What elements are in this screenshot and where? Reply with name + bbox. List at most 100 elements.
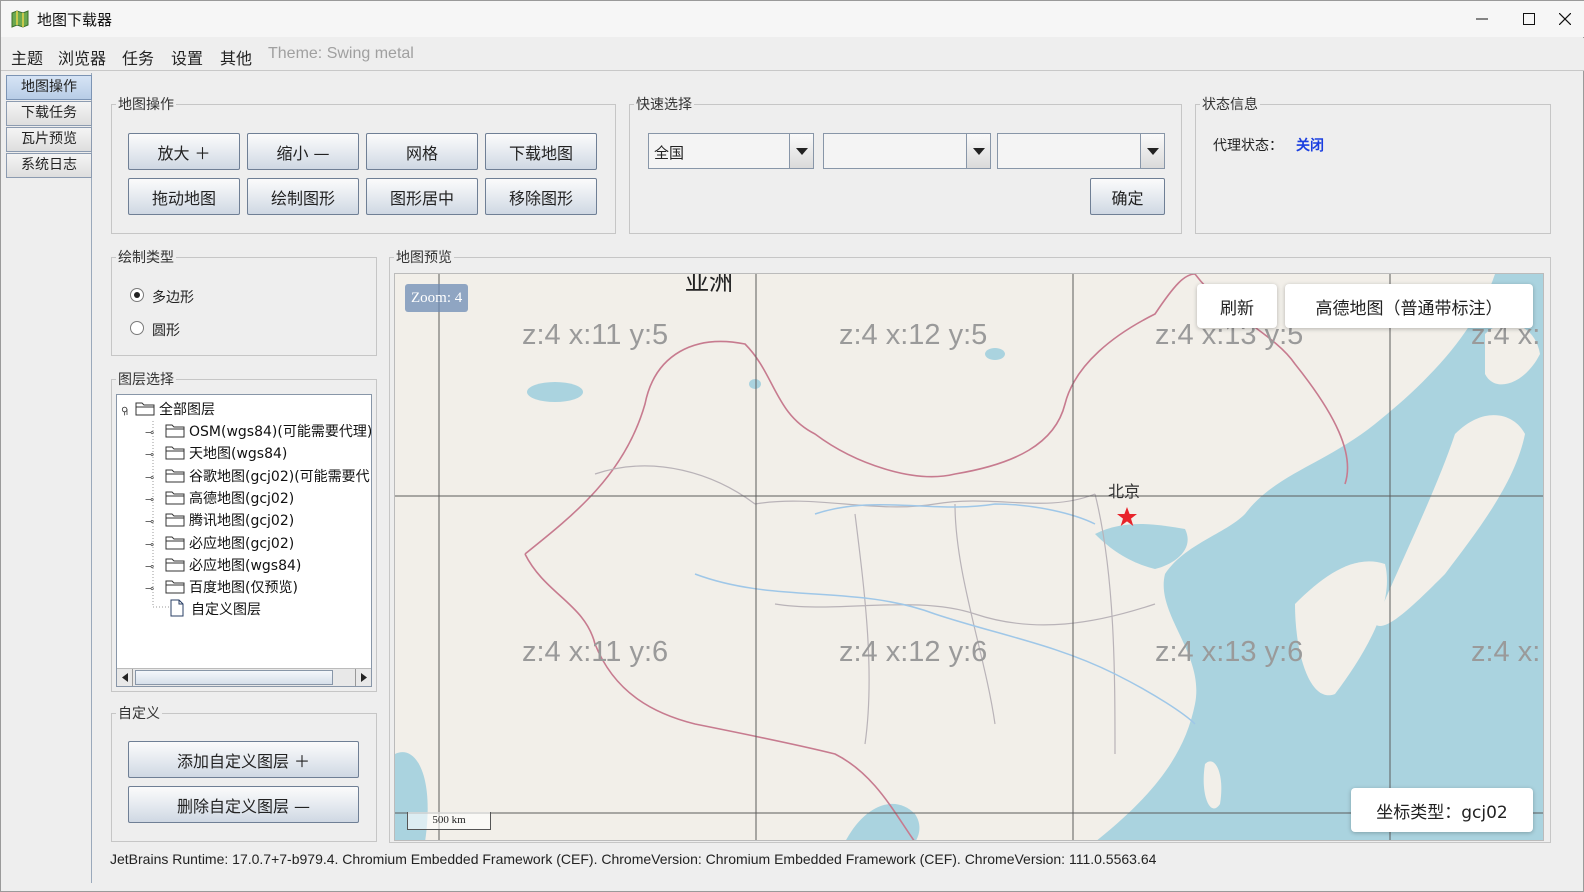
- main-content: 地图操作 放大 ＋ 缩小 — 网格 下载地图 拖动地图 绘制图形 图形居中 移除…: [93, 73, 1583, 891]
- tile-label: z:4 x:12 y:5: [839, 319, 988, 351]
- city-select[interactable]: [823, 133, 991, 169]
- layer-tree-item[interactable]: ⊸ 高德地图(gcj02): [145, 488, 294, 508]
- tree-leaf-custom[interactable]: 自定义图层: [169, 599, 261, 619]
- layer-label: OSM(wgs84)(可能需要代理): [189, 424, 372, 440]
- remove-custom-layer-button[interactable]: 删除自定义图层 —: [128, 786, 359, 823]
- tile-label: z:4 x:13 y:6: [1155, 636, 1304, 668]
- expand-handle-icon[interactable]: ⊸: [145, 538, 165, 551]
- tab-map-ops[interactable]: 地图操作: [6, 75, 92, 100]
- expand-handle-icon[interactable]: ⊸: [145, 560, 165, 573]
- tile-label: z:4 x:: [1471, 636, 1541, 668]
- draw-shape-button[interactable]: 绘制图形: [247, 178, 359, 215]
- region-label: 亚洲: [685, 273, 733, 296]
- chevron-down-icon[interactable]: [1140, 134, 1164, 168]
- tab-download-tasks[interactable]: 下载任务: [6, 101, 92, 126]
- polygon-radio[interactable]: [130, 288, 144, 302]
- app-window: 地图下载器 主题 浏览器 任务 设置 其他 Theme: Swing metal…: [0, 0, 1584, 892]
- folder-icon: [165, 424, 185, 438]
- zoom-in-button[interactable]: 放大 ＋: [128, 133, 240, 170]
- expand-handle-icon[interactable]: ⚲: [121, 406, 135, 417]
- window-title: 地图下载器: [37, 11, 113, 29]
- layer-tree-item[interactable]: ⊸ 天地图(wgs84): [145, 443, 287, 463]
- close-icon: [1559, 13, 1571, 25]
- minimize-icon: [1476, 18, 1488, 20]
- coord-type-badge: 坐标类型：gcj02: [1351, 788, 1533, 832]
- layer-label: 腾讯地图(gcj02): [189, 513, 295, 530]
- layer-tree-item[interactable]: ⊸ 腾讯地图(gcj02): [145, 510, 294, 530]
- district-select[interactable]: [997, 133, 1165, 169]
- layer-label: 天地图(wgs84): [189, 446, 288, 463]
- folder-icon: [165, 536, 185, 549]
- custom-panel: 自定义 添加自定义图层 ＋ 删除自定义图层 —: [111, 703, 377, 842]
- confirm-button[interactable]: 确定: [1090, 178, 1165, 215]
- zoom-out-button[interactable]: 缩小 —: [247, 133, 359, 170]
- menu-settings[interactable]: 设置: [171, 45, 203, 69]
- minimize-button[interactable]: [1453, 1, 1511, 37]
- custom-title: 自定义: [116, 703, 162, 723]
- scroll-right-icon[interactable]: [355, 669, 371, 686]
- expand-handle-icon[interactable]: ⊸: [145, 582, 165, 595]
- folder-icon: [165, 580, 185, 594]
- city-label-beijing: 北京: [1108, 482, 1141, 501]
- map-basemap: [395, 274, 1543, 840]
- map-preview-title: 地图预览: [394, 247, 454, 267]
- star-marker-icon: [1117, 507, 1137, 526]
- layer-tree-item[interactable]: ⊸ OSM(wgs84)(可能需要代理): [145, 421, 372, 441]
- expand-handle-icon[interactable]: ⊸: [145, 448, 165, 461]
- folder-icon: [165, 491, 185, 505]
- tab-system-log[interactable]: 系统日志: [6, 153, 92, 178]
- scroll-thumb[interactable]: [135, 670, 333, 685]
- folder-icon: [165, 446, 185, 460]
- chevron-down-icon[interactable]: [789, 134, 813, 168]
- draw-type-panel: 绘制类型 多边形 圆形: [111, 247, 377, 356]
- menu-other[interactable]: 其他: [220, 45, 252, 69]
- layer-tree[interactable]: ⚲ 全部图层 ⊸ OSM(wgs84)(可能需要代理) ⊸ 天地图(wgs84) ⊸ 谷歌地…: [116, 394, 372, 687]
- map-ops-title: 地图操作: [116, 94, 176, 114]
- layer-tree-item[interactable]: ⊸ 必应地图(gcj02): [145, 533, 294, 553]
- menu-tasks[interactable]: 任务: [122, 45, 154, 69]
- circle-radio[interactable]: [130, 321, 144, 335]
- grid-button[interactable]: 网格: [366, 133, 478, 170]
- scroll-left-icon[interactable]: [117, 669, 133, 686]
- file-icon: [170, 599, 184, 617]
- remove-shape-button[interactable]: 移除图形: [485, 178, 597, 215]
- download-map-button[interactable]: 下载地图: [485, 133, 597, 170]
- layer-select-panel: 图层选择 ⚲ 全部图层 ⊸ OSM(wgs84)(可能需要代理) ⊸ 天地图(wgs84…: [111, 369, 377, 692]
- tab-tile-preview[interactable]: 瓦片预览: [6, 127, 92, 152]
- map-preview-panel: 地图预览 亚洲 z:4 x:11 y:5 z:4 x:12 y:5 z:4 x:…: [389, 247, 1551, 843]
- chevron-down-icon[interactable]: [966, 134, 990, 168]
- layer-label: 谷歌地图(gcj02)(可能需要代: [189, 468, 370, 485]
- maximize-button[interactable]: [1511, 1, 1547, 37]
- folder-open-icon: [135, 402, 155, 416]
- layer-select-title: 图层选择: [116, 369, 176, 389]
- expand-handle-icon[interactable]: ⊸: [145, 426, 165, 439]
- title-bar: 地图下载器: [1, 1, 1584, 37]
- tile-label: z:4 x:12 y:6: [839, 636, 988, 668]
- layer-tree-item[interactable]: ⊸ 谷歌地图(gcj02)(可能需要代: [145, 466, 370, 486]
- menu-theme[interactable]: 主题: [11, 45, 43, 69]
- quick-select-title: 快速选择: [634, 94, 694, 114]
- expand-handle-icon[interactable]: ⊸: [145, 493, 165, 506]
- map-ops-panel: 地图操作 放大 ＋ 缩小 — 网格 下载地图 拖动地图 绘制图形 图形居中 移除…: [111, 94, 616, 234]
- tree-root[interactable]: ⚲ 全部图层: [121, 399, 215, 419]
- layer-label: 百度地图(仅预览): [189, 580, 298, 597]
- close-button[interactable]: [1547, 1, 1583, 37]
- layer-label: 高德地图(gcj02): [189, 490, 295, 507]
- menu-browser[interactable]: 浏览器: [58, 45, 106, 69]
- tile-label: z:4 x:11 y:6: [522, 636, 669, 668]
- quick-select-panel: 快速选择 全国 确定: [629, 94, 1182, 234]
- map-source-button[interactable]: 高德地图（普通带标注）: [1285, 284, 1533, 328]
- layer-tree-item[interactable]: ⊸ 百度地图(仅预览): [145, 577, 298, 597]
- tree-root-label: 全部图层: [159, 402, 215, 418]
- center-shape-button[interactable]: 图形居中: [366, 178, 478, 215]
- add-custom-layer-button[interactable]: 添加自定义图层 ＋: [128, 741, 359, 778]
- expand-handle-icon[interactable]: ⊸: [145, 471, 165, 484]
- tree-hscrollbar[interactable]: [117, 668, 371, 686]
- draw-type-title: 绘制类型: [116, 247, 176, 267]
- province-select[interactable]: 全国: [648, 133, 814, 169]
- map-canvas[interactable]: 亚洲 z:4 x:11 y:5 z:4 x:12 y:5 z:4 x:13 y:…: [394, 273, 1544, 841]
- layer-tree-item[interactable]: ⊸ 必应地图(wgs84): [145, 555, 301, 575]
- expand-handle-icon[interactable]: ⊸: [145, 515, 165, 528]
- drag-map-button[interactable]: 拖动地图: [128, 178, 240, 215]
- refresh-button[interactable]: 刷新: [1197, 284, 1277, 328]
